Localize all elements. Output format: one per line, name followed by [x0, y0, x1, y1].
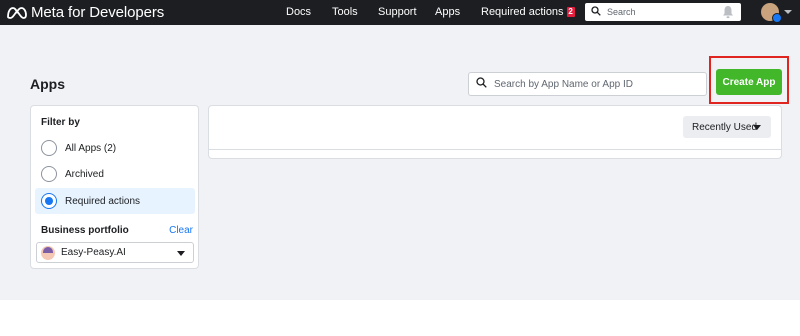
top-search-box[interactable]: [585, 3, 741, 21]
selected-portfolio: Easy-Peasy.AI: [61, 247, 126, 258]
apps-results-panel: Recently Used: [208, 105, 782, 159]
filter-option-all-apps[interactable]: All Apps (2): [35, 135, 195, 161]
create-app-button[interactable]: Create App: [716, 69, 782, 95]
top-search-input[interactable]: [607, 7, 727, 17]
radio-button-selected[interactable]: [41, 193, 57, 209]
page-title: Apps: [30, 76, 65, 92]
chevron-down-icon[interactable]: [784, 10, 792, 14]
filter-title: Filter by: [41, 117, 80, 128]
chevron-down-icon: [177, 251, 185, 256]
sort-dropdown[interactable]: Recently Used: [683, 116, 771, 138]
app-search-box[interactable]: [468, 72, 707, 96]
avatar[interactable]: [761, 3, 782, 23]
filter-panel: Filter by All Apps (2) Archived Required…: [30, 105, 199, 269]
filter-option-archived[interactable]: Archived: [35, 161, 195, 187]
filter-option-label: Required actions: [65, 195, 141, 207]
nav-link-apps[interactable]: Apps: [435, 6, 460, 18]
meta-logo-icon: [6, 6, 28, 20]
sort-label: Recently Used: [692, 121, 758, 133]
clear-link[interactable]: Clear: [169, 225, 193, 236]
notification-badge: 2: [566, 7, 575, 17]
nav-link-tools[interactable]: Tools: [332, 6, 358, 18]
business-portfolio-title: Business portfolio: [41, 225, 129, 236]
facebook-icon: [772, 13, 782, 23]
radio-button[interactable]: [41, 166, 57, 182]
divider: [209, 149, 781, 150]
main-content: Apps Create App Filter by All Apps (2) A…: [0, 25, 800, 300]
portfolio-avatar: [41, 245, 55, 260]
meta-logo[interactable]: Meta for Developers: [6, 3, 164, 22]
business-portfolio-select[interactable]: Easy-Peasy.AI: [36, 242, 194, 263]
filter-option-label: Archived: [65, 168, 104, 180]
search-icon: [476, 75, 487, 93]
nav-link-required-actions[interactable]: Required actions 2: [481, 6, 575, 18]
nav-link-required-actions-label: Required actions: [481, 6, 564, 18]
logo-text: Meta for Developers: [31, 4, 165, 21]
top-navigation-bar: Meta for Developers Docs Tools Support A…: [0, 0, 800, 25]
filter-option-required-actions[interactable]: Required actions: [35, 188, 195, 214]
search-icon: [591, 3, 601, 21]
radio-button[interactable]: [41, 140, 57, 156]
nav-link-support[interactable]: Support: [378, 6, 417, 18]
filter-option-label: All Apps (2): [65, 142, 117, 154]
chevron-down-icon: [753, 125, 761, 130]
app-search-input[interactable]: [494, 78, 694, 90]
bell-icon[interactable]: [722, 5, 734, 24]
nav-link-docs[interactable]: Docs: [286, 6, 311, 18]
